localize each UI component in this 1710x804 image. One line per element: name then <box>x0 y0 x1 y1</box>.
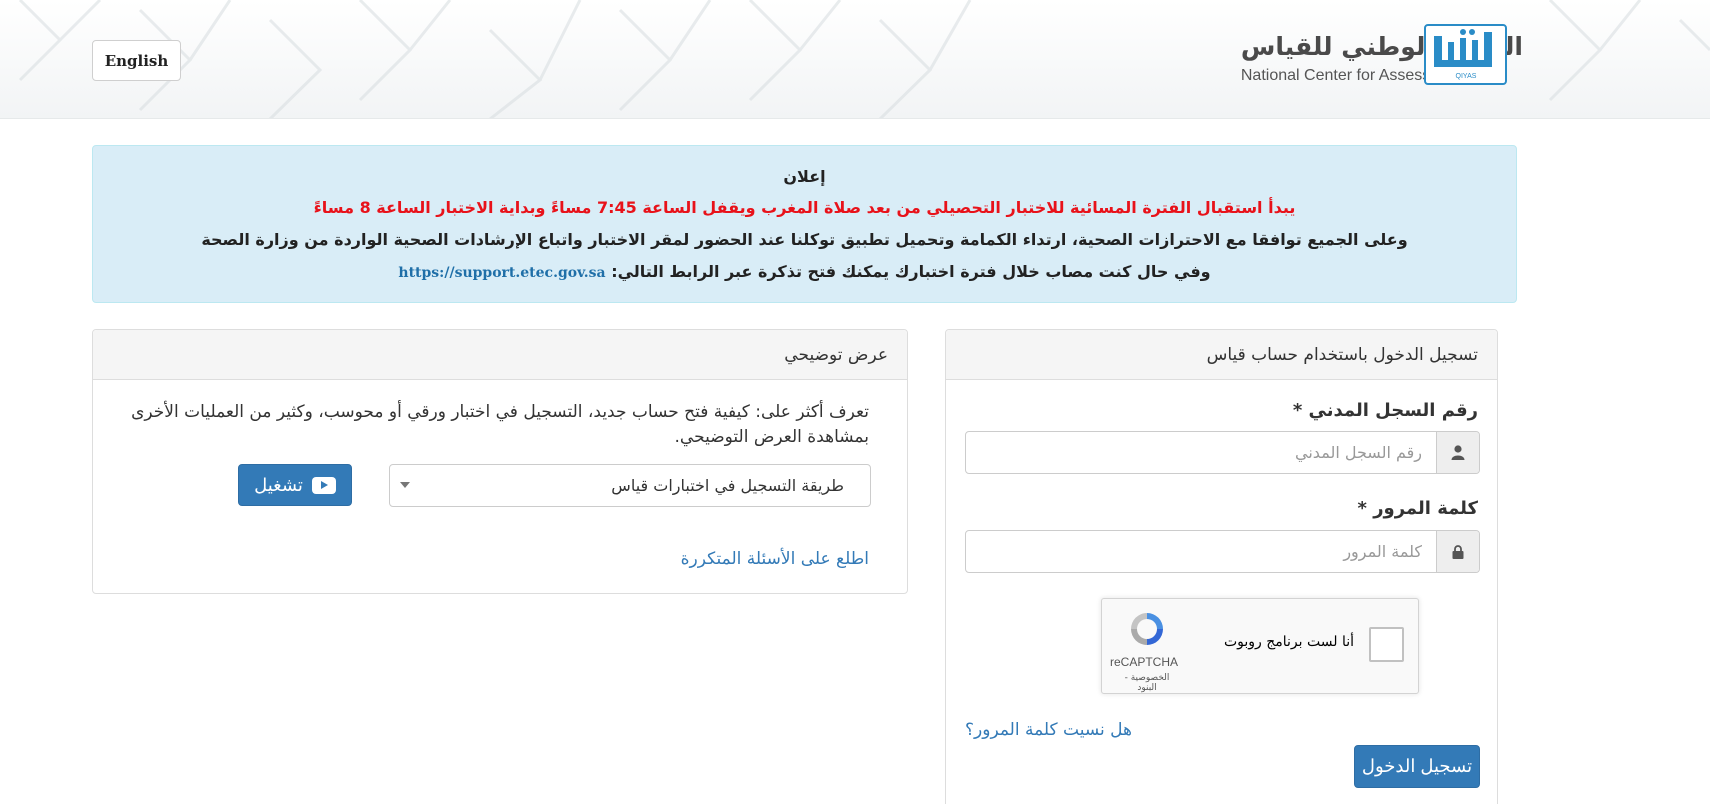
announcement-health-notice: وعلى الجميع توافقا مع الاحترازات الصحية،… <box>201 230 1408 249</box>
demo-panel: عرض توضيحي تعرف أكثر على: كيفية فتح حساب… <box>92 329 908 594</box>
national-id-label: رقم السجل المدني * <box>1293 400 1478 421</box>
recaptcha-checkbox[interactable] <box>1369 627 1404 662</box>
faq-link[interactable]: اطلع على الأسئلة المتكررة <box>681 549 869 569</box>
announcement-title: إعلان <box>783 167 826 186</box>
recaptcha-widget: أنا لست برنامج روبوت reCAPTCHA الخصوصية … <box>1101 598 1419 694</box>
qiyas-logo[interactable]: QIYAS <box>1424 24 1507 85</box>
youtube-play-icon <box>311 476 336 494</box>
recaptcha-brand-text: reCAPTCHA <box>1109 655 1178 669</box>
demo-video-select[interactable]: طريقة التسجيل في اختبارات قياس <box>389 464 871 507</box>
password-label: كلمة المرور * <box>1357 498 1478 519</box>
required-mark: * <box>1357 498 1367 519</box>
national-id-input[interactable] <box>966 432 1436 473</box>
national-id-label-text: رقم السجل المدني <box>1308 400 1478 421</box>
svg-text:QIYAS: QIYAS <box>1456 73 1477 80</box>
password-input[interactable] <box>966 531 1436 572</box>
password-label-text: كلمة المرور <box>1373 498 1478 519</box>
play-button[interactable]: تشغيل <box>238 464 352 506</box>
recaptcha-icon <box>1131 613 1163 645</box>
lock-icon <box>1436 531 1479 572</box>
user-icon <box>1436 432 1479 473</box>
qiyas-logo-mark: QIYAS <box>1434 29 1492 80</box>
demo-panel-title: عرض توضيحي <box>93 330 907 380</box>
announcement-support-notice: وفي حال كنت مصاب خلال فترة اختبارك يمكنك… <box>93 261 1516 284</box>
login-panel-title: تسجيل الدخول باستخدام حساب قياس <box>946 330 1497 380</box>
site-header: English المركز الوطني للقياس National Ce… <box>0 0 1710 119</box>
national-id-group <box>965 431 1480 474</box>
support-notice-text: وفي حال كنت مصاب خلال فترة اختبارك يمكنك… <box>611 262 1211 281</box>
language-toggle-button[interactable]: English <box>92 40 181 81</box>
announcement-box: إعلان يبدأ استقبال الفترة المسائية للاخت… <box>92 145 1517 303</box>
play-button-label: تشغيل <box>254 474 303 496</box>
recaptcha-label: أنا لست برنامج روبوت <box>1223 634 1354 650</box>
support-link[interactable]: https://support.etec.gov.sa <box>398 265 605 281</box>
chevron-down-icon <box>400 482 410 488</box>
login-panel: تسجيل الدخول باستخدام حساب قياس رقم السج… <box>945 329 1498 804</box>
demo-description: تعرف أكثر على: كيفية فتح حساب جديد، التس… <box>131 402 869 447</box>
password-group <box>965 530 1480 573</box>
forgot-password-link[interactable]: هل نسيت كلمة المرور؟ <box>965 720 1132 740</box>
recaptcha-branding: reCAPTCHA الخصوصية - البنود <box>1109 609 1178 693</box>
required-mark: * <box>1292 400 1303 421</box>
recaptcha-terms-link[interactable]: الخصوصية - البنود <box>1116 673 1178 693</box>
announcement-highlight: يبدأ استقبال الفترة المسائية للاختبار ال… <box>313 198 1296 217</box>
login-button[interactable]: تسجيل الدخول <box>1354 745 1480 788</box>
demo-select-value: طريقة التسجيل في اختبارات قياس <box>611 476 844 495</box>
